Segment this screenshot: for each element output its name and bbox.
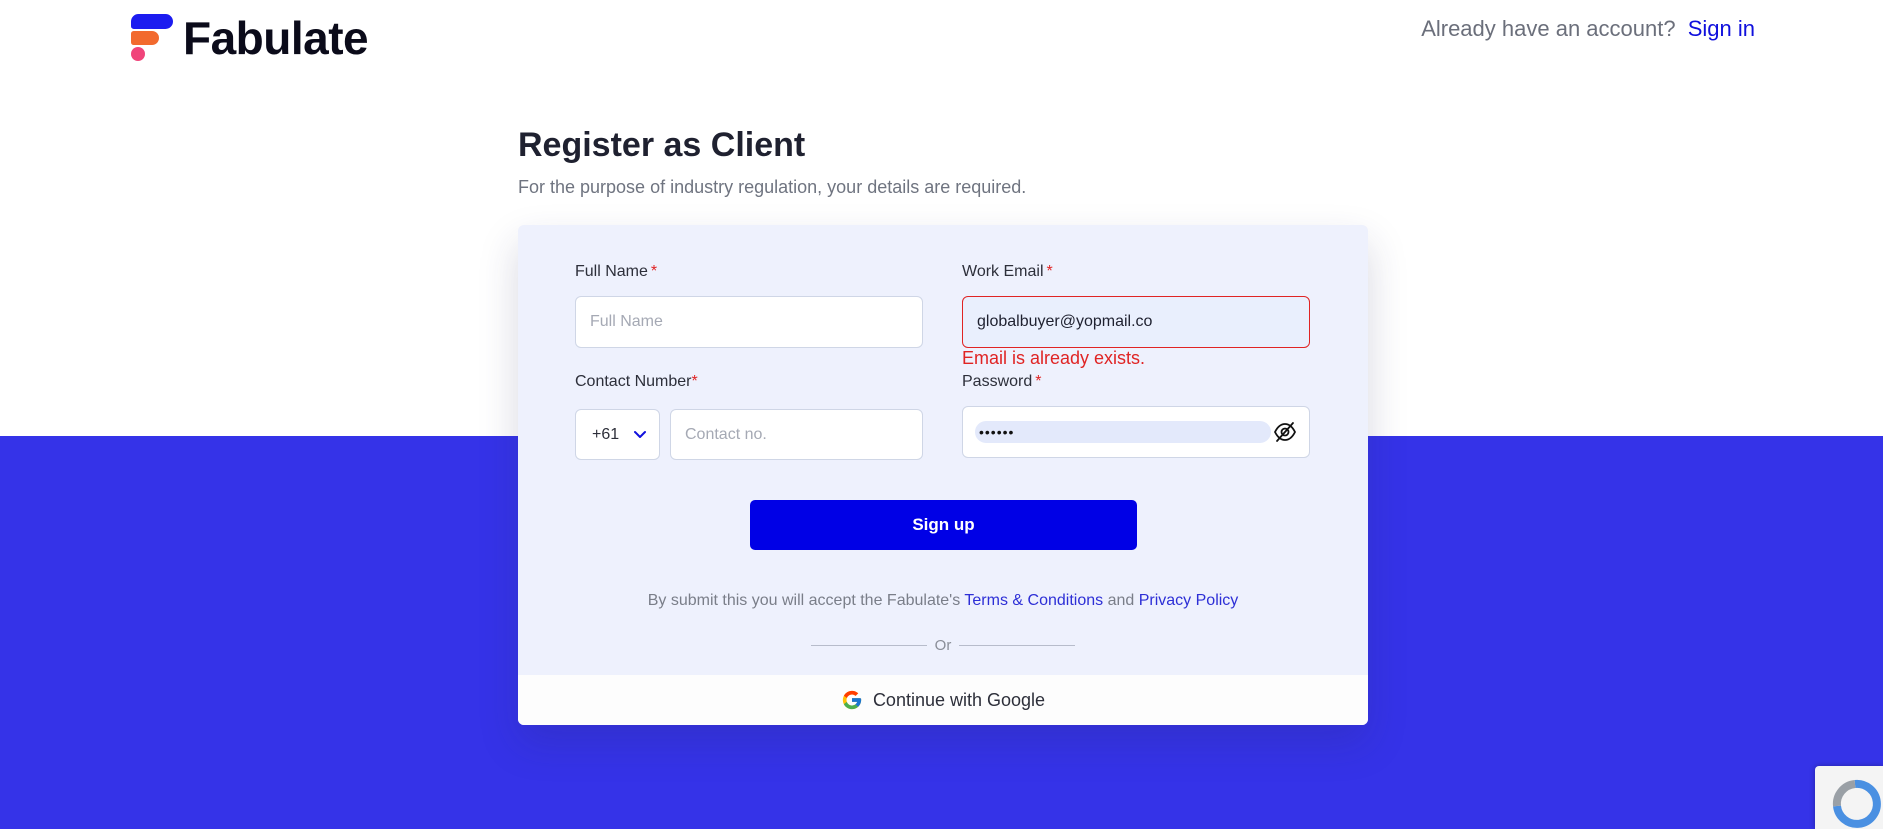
contact-number-label: Contact Number* (575, 373, 698, 390)
google-icon (842, 690, 862, 710)
terms-joiner: and (1107, 592, 1135, 609)
google-signin-label: Continue with Google (872, 689, 1046, 710)
country-code-value: +61 (592, 425, 620, 443)
contact-number-input[interactable]: Contact no. (670, 409, 923, 460)
terms-text: By submit this you will accept the Fabul… (518, 592, 1368, 610)
contact-number-placeholder: Contact no. (685, 425, 767, 443)
page-subtitle: For the purpose of industry regulation, … (518, 177, 1027, 197)
or-label: Or (934, 637, 952, 654)
full-name-input[interactable]: Full Name (575, 296, 923, 348)
terms-prefix: By submit this you will accept the Fabul… (647, 592, 961, 609)
account-prompt-text: Already have an account? (1421, 16, 1676, 41)
full-name-label: Full Name * (575, 263, 658, 280)
signin-link[interactable]: Sign in (1688, 16, 1755, 41)
work-email-label: Work Email * (962, 263, 1053, 280)
password-label: Password * (962, 373, 1042, 390)
logo-mark-icon (129, 12, 175, 64)
page-title: Register as Client (518, 126, 806, 164)
brand-logo[interactable]: Fabulate (129, 12, 369, 64)
terms-conditions-link[interactable]: Terms & Conditions (964, 592, 1103, 609)
signup-button[interactable]: Sign up (750, 500, 1137, 550)
registration-card: Full Name * Full Name Work Email * globalb… (518, 225, 1368, 725)
work-email-input[interactable]: globalbuyer@yopmail.co (962, 296, 1310, 348)
privacy-policy-link[interactable]: Privacy Policy (1139, 592, 1239, 609)
recaptcha-badge[interactable] (1815, 766, 1883, 829)
google-signin-button[interactable]: Continue with Google (518, 675, 1368, 725)
work-email-value: globalbuyer@yopmail.co (977, 313, 1153, 330)
recaptcha-icon (1832, 779, 1881, 828)
or-divider: Or (811, 637, 1076, 654)
password-input[interactable]: •••••• (962, 406, 1310, 458)
logo-text: Fabulate (183, 12, 369, 64)
country-code-select[interactable]: +61 (575, 409, 660, 460)
full-name-placeholder: Full Name (590, 313, 663, 330)
signin-prompt: Already have an account? Sign in (1421, 16, 1755, 42)
divider-line-right (959, 645, 1076, 646)
divider-line-left (811, 645, 927, 646)
chevron-down-icon (633, 428, 647, 442)
email-error-message: Email is already exists. (962, 348, 1146, 368)
password-value: •••••• (975, 421, 1271, 443)
eye-off-icon[interactable] (1273, 421, 1297, 443)
